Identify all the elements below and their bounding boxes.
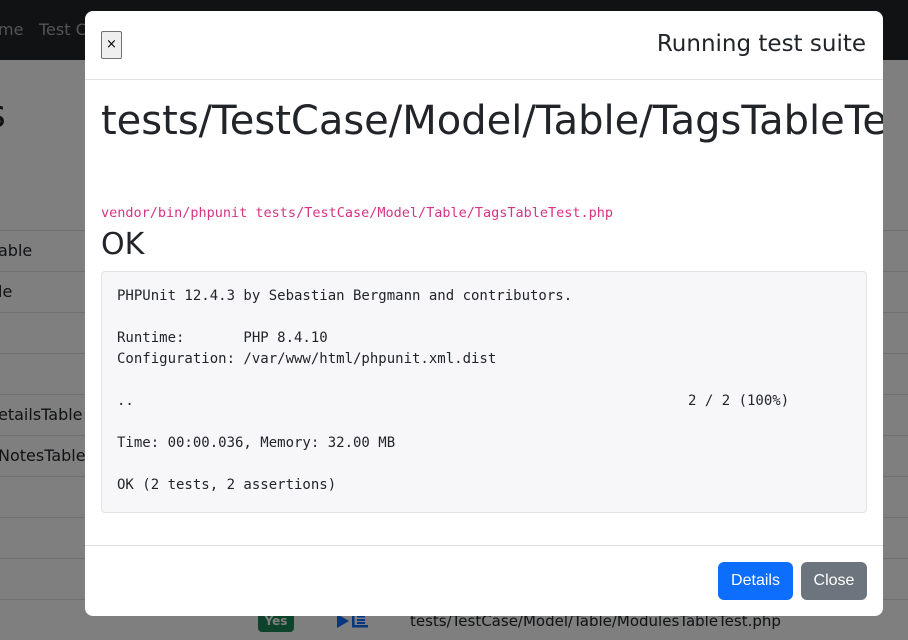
details-button[interactable]: Details (718, 562, 793, 600)
output-runtime: Runtime: PHP 8.4.10 (117, 330, 328, 346)
test-run-modal: × Running test suite tests/TestCase/Mode… (85, 11, 883, 616)
modal-title: Running test suite (656, 31, 866, 57)
output-configuration: Configuration: /var/www/html/phpunit.xml… (117, 351, 497, 367)
output-time-memory: Time: 00:00.036, Memory: 32.00 MB (117, 435, 396, 451)
output-header: PHPUnit 12.4.3 by Sebastian Bergmann and… (117, 288, 573, 304)
output-progress-count: 2 / 2 (100%) (688, 393, 790, 409)
command-text: vendor/bin/phpunit tests/TestCase/Model/… (101, 205, 614, 221)
output-progress-dots: .. (117, 393, 134, 409)
close-icon[interactable]: × (101, 31, 122, 59)
test-file-heading: tests/TestCase/Model/Table/TagsTableTest… (101, 98, 883, 144)
test-output: PHPUnit 12.4.3 by Sebastian Bergmann and… (101, 271, 867, 513)
modal-footer: Details Close (85, 545, 883, 616)
output-result: OK (2 tests, 2 assertions) (117, 477, 337, 493)
modal-header: × Running test suite (85, 11, 883, 80)
result-status: OK (101, 227, 145, 262)
close-button[interactable]: Close (801, 562, 867, 600)
